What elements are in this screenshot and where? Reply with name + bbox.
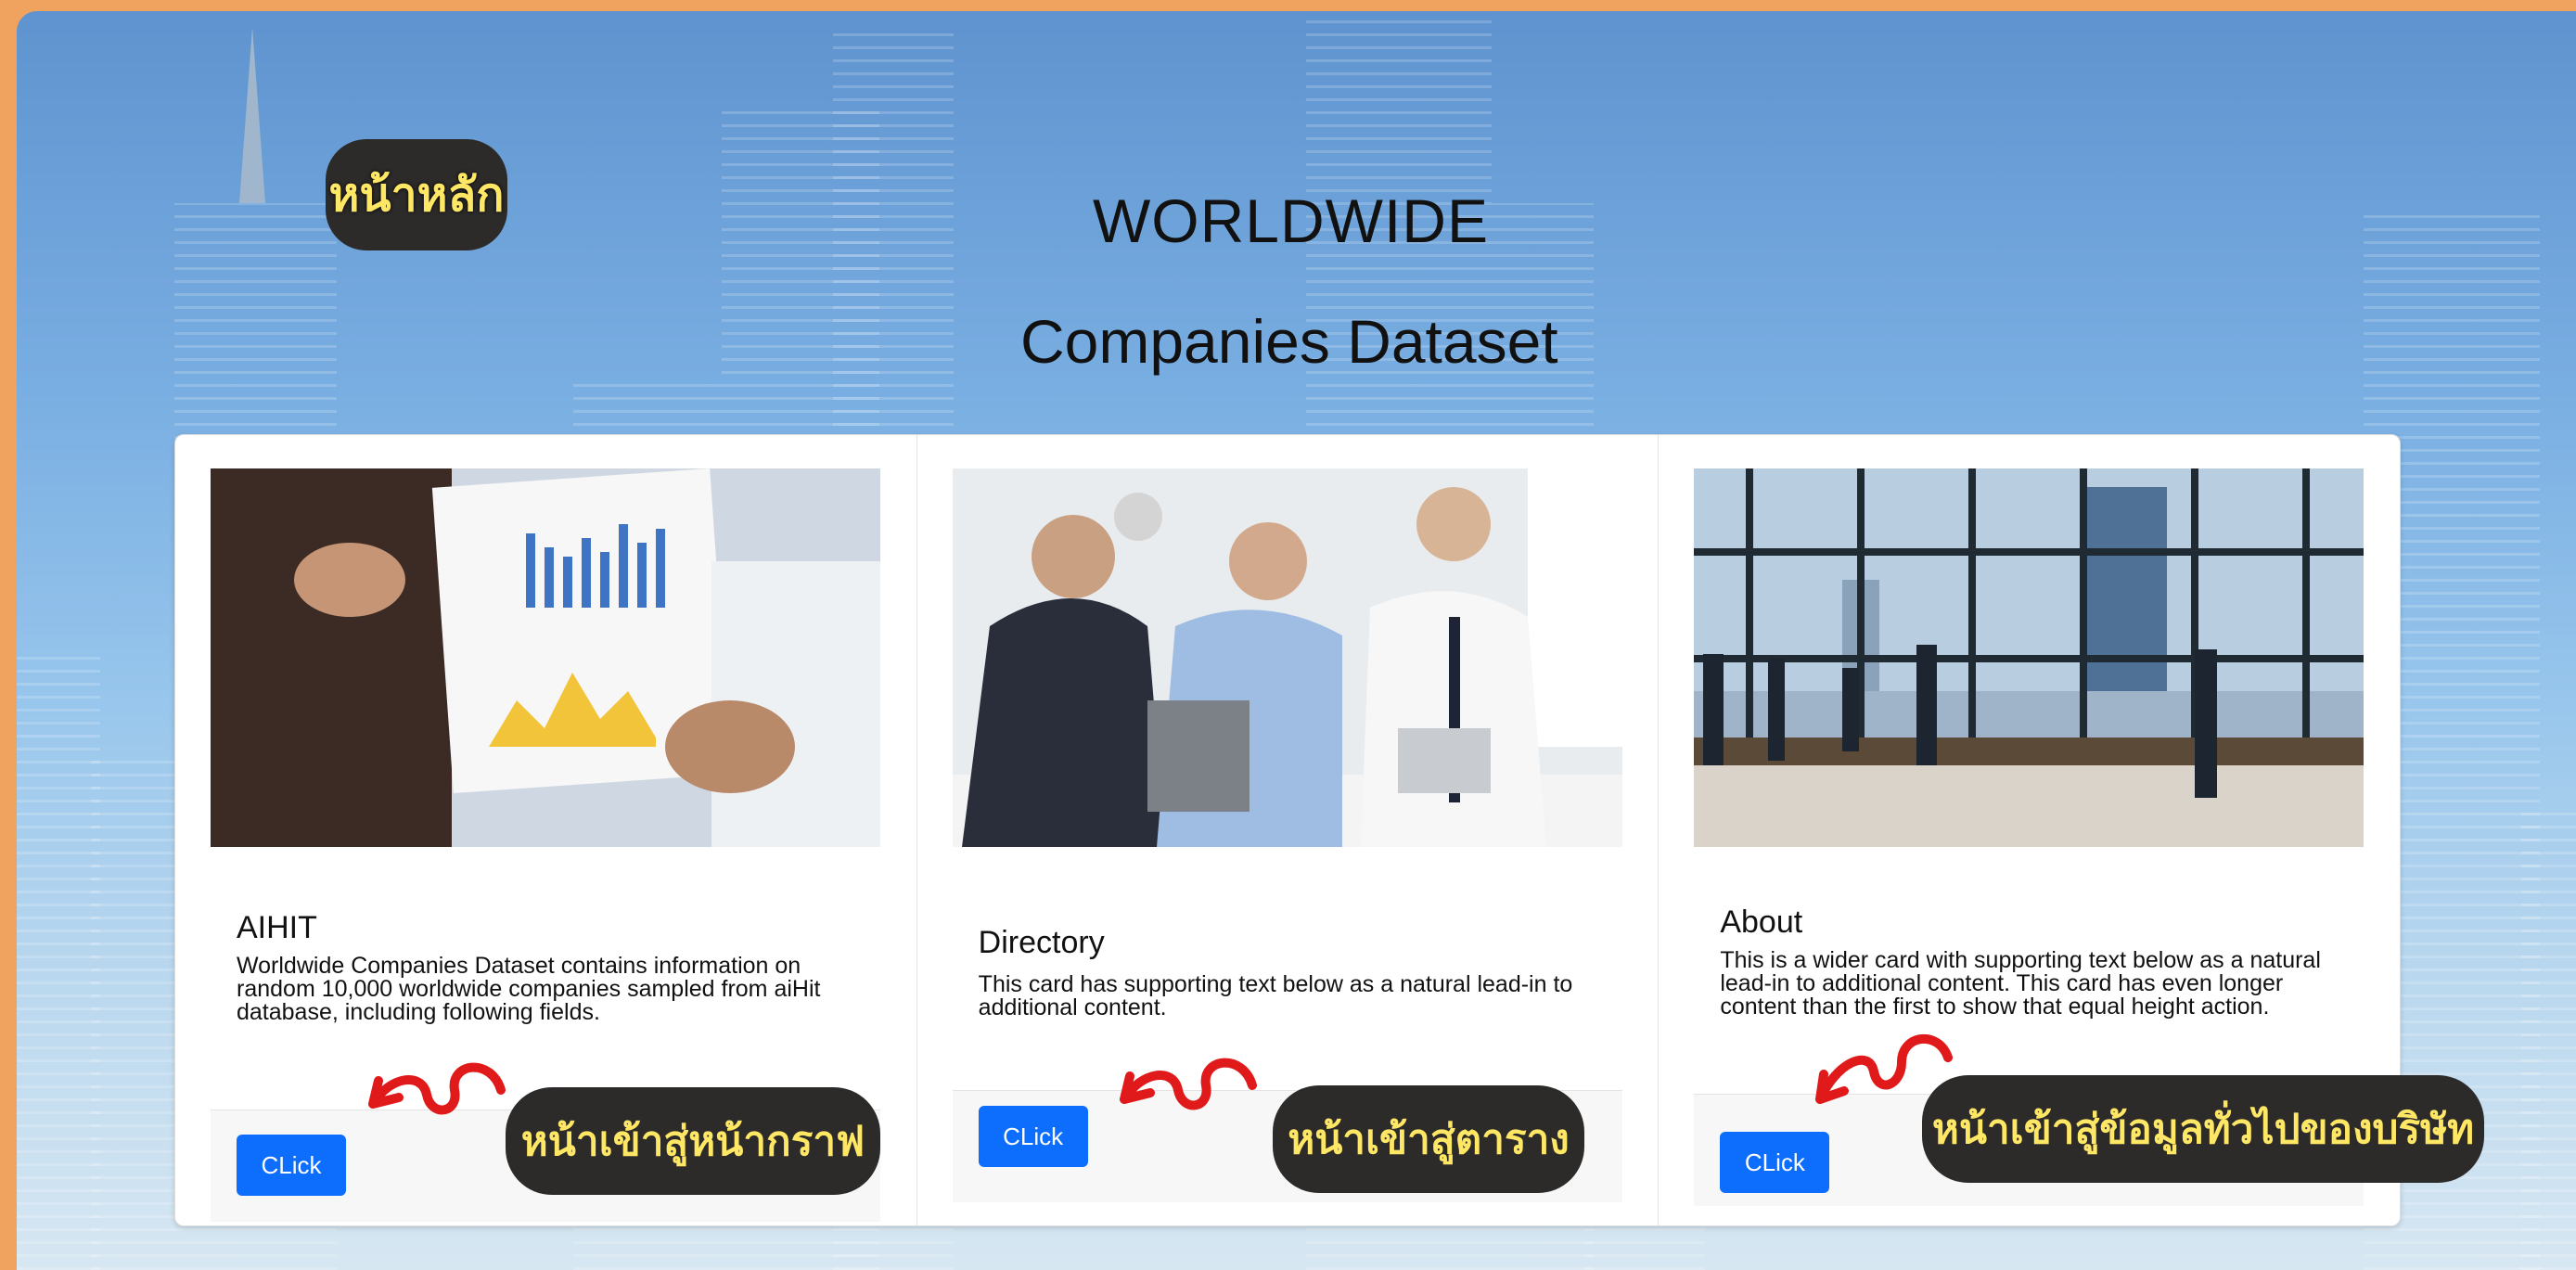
card-image-city-view [1694, 468, 2365, 847]
card-title: Directory [978, 925, 1105, 960]
page-title-line2: Companies Dataset [1020, 307, 1558, 376]
card-image-charts [211, 468, 880, 847]
table-page-note: หน้าเข้าสู่ตาราง [1273, 1085, 1584, 1193]
graph-page-note: หน้าเข้าสู่หน้ากราฟ [506, 1087, 880, 1195]
aihit-click-button[interactable]: CLick [237, 1135, 346, 1196]
card-title: About [1720, 904, 1803, 940]
card-text: Worldwide Companies Dataset contains inf… [237, 953, 821, 1025]
card-title: AIHIT [237, 910, 317, 945]
arrow-annotation-icon [1120, 1058, 1257, 1110]
about-click-button[interactable]: CLick [1720, 1132, 1830, 1193]
home-page-note: หน้าหลัก [326, 139, 507, 250]
company-info-page-note: หน้าเข้าสู่ข้อมูลทั่วไปของบริษัท [1922, 1075, 2484, 1183]
card-text: This is a wider card with supporting tex… [1720, 947, 2321, 1020]
arrow-annotation-icon [368, 1062, 506, 1115]
page-title-line1: WORLDWIDE [1093, 186, 1489, 255]
card-image-office-team [952, 468, 1622, 847]
directory-click-button[interactable]: CLick [978, 1106, 1088, 1167]
card-text: This card has supporting text below as a… [978, 971, 1573, 1020]
